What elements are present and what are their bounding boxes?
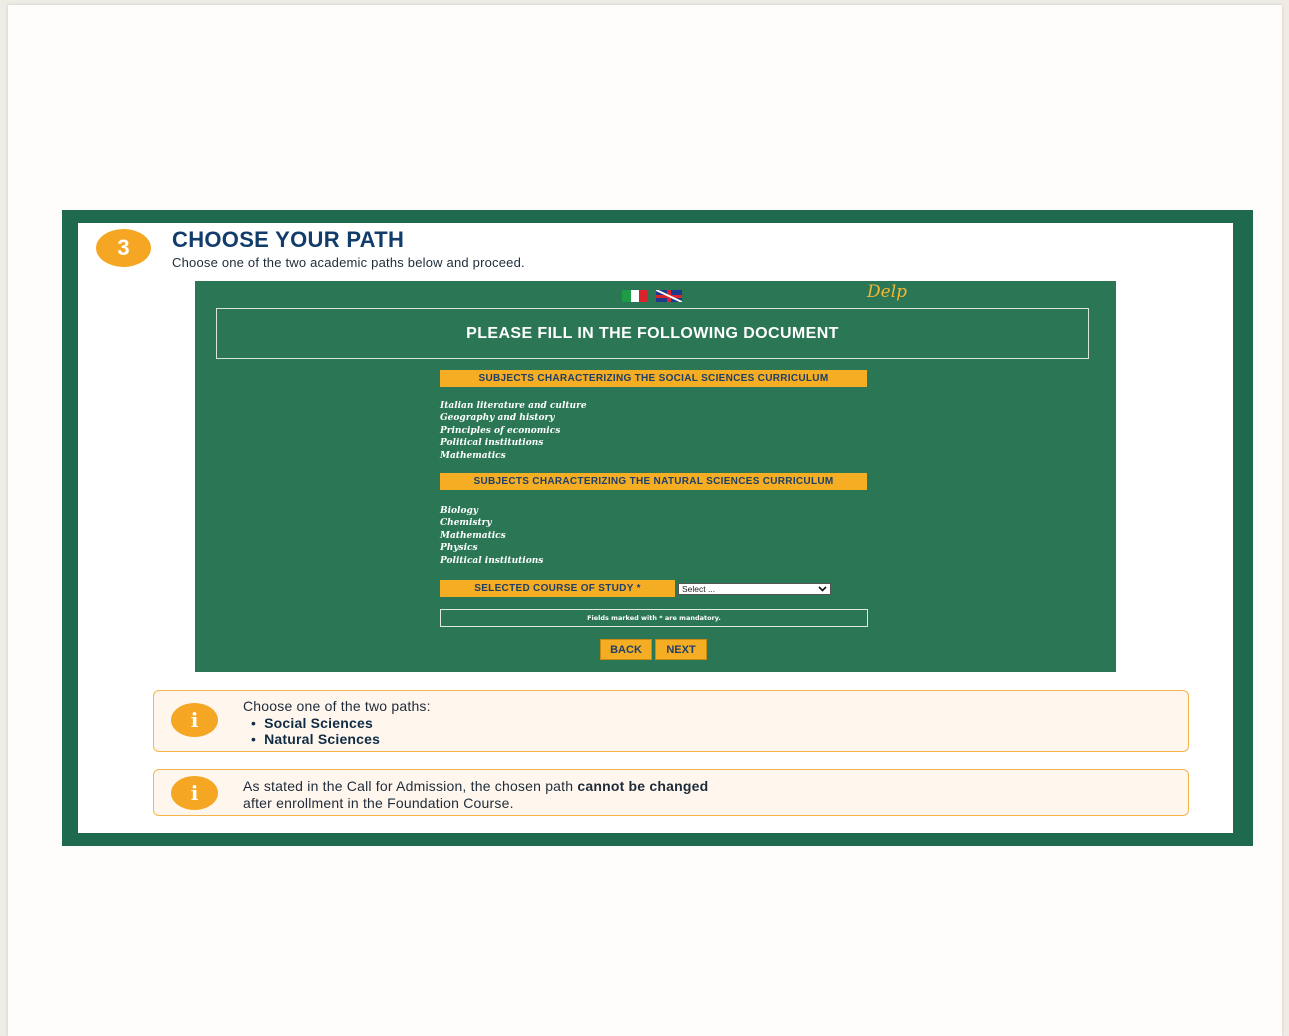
brand-logo: Delp [867,282,908,302]
course-select[interactable]: Select ... [678,582,831,595]
social-sciences-heading: SUBJECTS CHARACTERIZING THE SOCIAL SCIEN… [440,370,867,387]
info-text-paths: Choose one of the two paths: Social Scie… [243,698,431,748]
list-item: Chemistry [440,518,492,529]
warning-line-1: As stated in the Call for Admission, the… [243,778,709,794]
course-label: SELECTED COURSE OF STUDY * [440,580,675,597]
info-box-warning: i As stated in the Call for Admission, t… [153,769,1189,816]
list-item: Mathematics [440,530,506,541]
document-title: PLEASE FILL IN THE FOLLOWING DOCUMENT [216,308,1089,359]
info-icon: i [171,776,218,810]
list-item: Physics [440,543,478,554]
list-item: Italian literature and culture [440,401,587,411]
paths-list: Social Sciences Natural Sciences [243,715,431,748]
list-item: Social Sciences [251,715,431,732]
page: 3 CHOOSE YOUR PATH Choose one of the two… [8,5,1282,1036]
step-content: 3 CHOOSE YOUR PATH Choose one of the two… [78,223,1233,833]
step-number-badge: 3 [96,229,151,267]
warning-emphasis: cannot be changed [577,778,709,794]
uk-flag-icon[interactable] [656,290,682,302]
course-select-value: Select ... [682,583,716,594]
list-item: Geography and history [440,413,555,424]
social-subjects-list: Italian literature and culture Geography… [440,400,587,462]
list-item: Natural Sciences [251,731,431,748]
list-item: Biology [440,506,478,516]
course-selection-row: SELECTED COURSE OF STUDY * Select ... [440,580,831,597]
list-item: Principles of economics [440,425,561,436]
warning-line-2: after enrollment in the Foundation Cours… [243,794,514,811]
next-button[interactable]: NEXT [655,639,707,660]
form-screenshot-panel: Delp PLEASE FILL IN THE FOLLOWING DOCUME… [195,281,1116,672]
info-box-paths: i Choose one of the two paths: Social Sc… [153,690,1189,752]
italian-flag-icon[interactable] [622,290,649,302]
natural-sciences-heading: SUBJECTS CHARACTERIZING THE NATURAL SCIE… [440,473,867,490]
mandatory-note: Fields marked with * are mandatory. [440,609,868,627]
step-title: CHOOSE YOUR PATH [172,227,405,252]
language-flags [622,290,682,302]
list-item: Political institutions [440,438,544,449]
step-frame: 3 CHOOSE YOUR PATH Choose one of the two… [62,210,1253,846]
chevron-down-icon [818,584,827,594]
list-item: Political institutions [440,555,544,566]
info-icon: i [171,703,218,737]
info-text-warning: As stated in the Call for Admission, the… [243,778,708,811]
back-button[interactable]: BACK [600,639,652,660]
info-paths-intro: Choose one of the two paths: [243,698,431,714]
natural-subjects-list: Biology Chemistry Mathematics Physics Po… [440,505,543,567]
list-item: Mathematics [440,450,506,461]
step-subtitle: Choose one of the two academic paths bel… [172,255,525,270]
